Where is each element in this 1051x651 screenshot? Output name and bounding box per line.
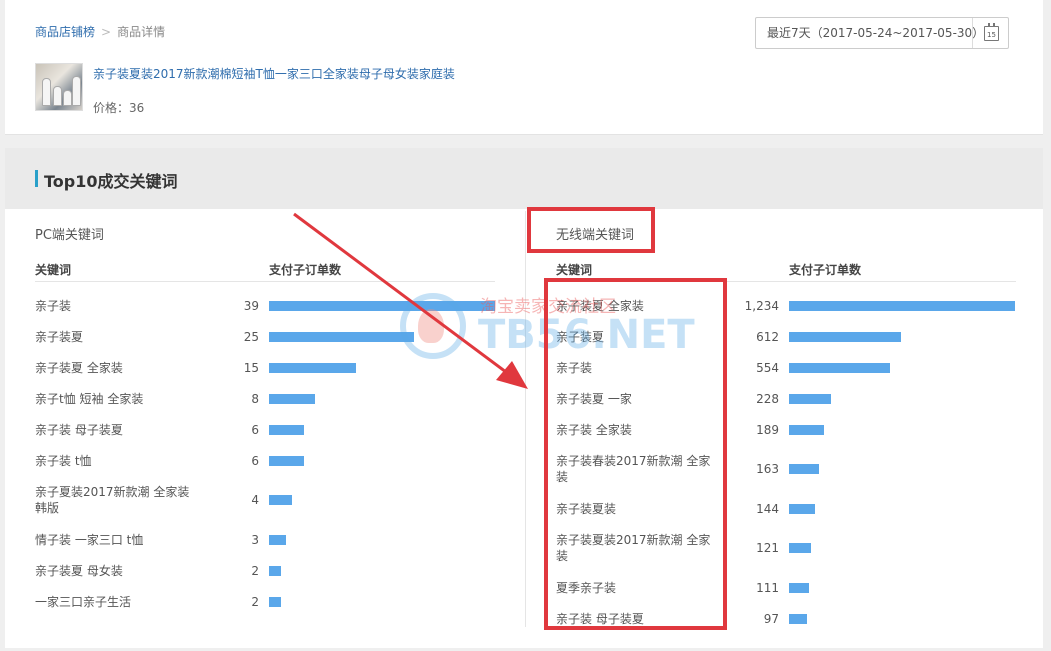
annotation-arrow-icon xyxy=(293,212,528,389)
